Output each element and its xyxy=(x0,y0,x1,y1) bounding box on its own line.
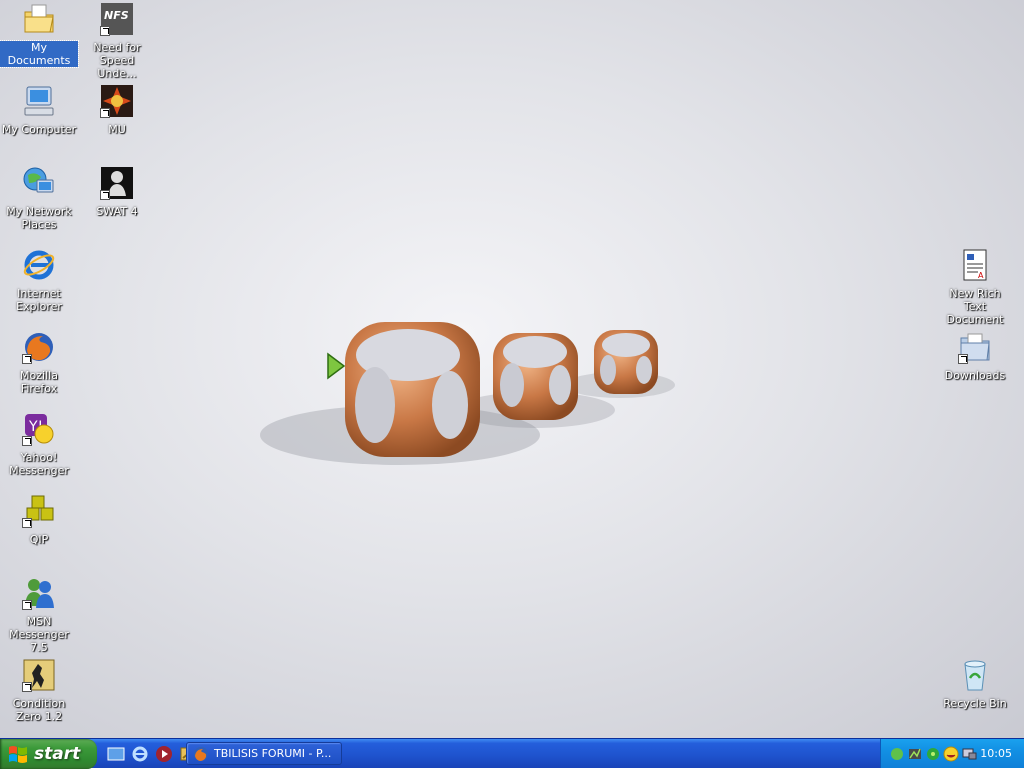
icon-label: My Documents xyxy=(0,40,79,68)
desktop-icon-new-rich-text-document[interactable]: A New Rich Text Document xyxy=(936,248,1014,326)
icon-label: QIP xyxy=(29,533,49,546)
network-globe-icon xyxy=(23,167,54,193)
messenger-tray-icon[interactable] xyxy=(889,746,905,762)
clock[interactable]: 10:05 xyxy=(980,747,1012,760)
quick-launch-bar xyxy=(106,744,198,764)
icon-label: Internet Explorer xyxy=(16,287,62,313)
shortcut-arrow-icon xyxy=(100,108,110,118)
desktop-icon-my-computer[interactable]: My Computer xyxy=(0,84,78,136)
desktop-icon-my-network-places[interactable]: My Network Places xyxy=(0,166,78,231)
icon-label: Condition Zero 1.2 xyxy=(12,697,66,723)
icon-label: Need for Speed Unde... xyxy=(93,41,141,80)
icon-label: SWAT 4 xyxy=(96,205,138,218)
desktop-icon-internet-explorer[interactable]: Internet Explorer xyxy=(0,248,78,313)
svg-text:NFS: NFS xyxy=(104,9,129,22)
media-player-icon[interactable] xyxy=(154,744,174,764)
desktop-icon-qip[interactable]: QIP xyxy=(0,494,78,546)
display-tray-icon[interactable] xyxy=(961,746,977,762)
icon-label: My Network Places xyxy=(6,205,72,231)
rich-text-document-icon: A xyxy=(963,249,987,281)
folder-documents-icon xyxy=(24,4,54,33)
desktop-icon-mozilla-firefox[interactable]: Mozilla Firefox xyxy=(0,330,78,395)
icon-label: Yahoo! Messenger xyxy=(9,451,69,477)
icon-label: MU xyxy=(108,123,126,136)
icon-label: Downloads xyxy=(944,369,1006,382)
system-tray: 10:05 xyxy=(880,739,1024,768)
desktop-icon-need-for-speed[interactable]: NFS Need for Speed Unde... xyxy=(78,2,156,80)
firefox-icon xyxy=(194,746,208,761)
taskbar: start TBILISIS FORUMI - P... 10:05 xyxy=(0,738,1024,769)
svg-text:A: A xyxy=(978,271,984,280)
qip-tray-icon[interactable] xyxy=(925,746,941,762)
desktop-icon-mu[interactable]: MU xyxy=(78,84,156,136)
start-button[interactable]: start xyxy=(0,739,97,769)
internet-explorer-icon xyxy=(23,250,55,280)
shortcut-arrow-icon xyxy=(100,190,110,200)
desktop-icon-msn-messenger[interactable]: MSN Messenger 7.5 xyxy=(0,576,78,654)
icon-label: Mozilla Firefox xyxy=(20,369,58,395)
start-label: start xyxy=(34,744,81,764)
desktop-icon-downloads[interactable]: Downloads xyxy=(936,330,1014,382)
desktop-icon-condition-zero[interactable]: Condition Zero 1.2 xyxy=(0,658,78,723)
computer-icon xyxy=(24,86,54,116)
internet-explorer-icon[interactable] xyxy=(130,744,150,764)
desktop-icon-swat-4[interactable]: SWAT 4 xyxy=(78,166,156,218)
taskbar-button-firefox[interactable]: TBILISIS FORUMI - P... xyxy=(186,742,342,765)
shortcut-arrow-icon xyxy=(22,436,32,446)
shortcut-arrow-icon xyxy=(958,354,968,364)
network-tray-icon[interactable] xyxy=(907,746,923,762)
desktop[interactable]: My Documents My Computer My Network Plac… xyxy=(0,0,1024,738)
shortcut-arrow-icon xyxy=(22,682,32,692)
shortcut-arrow-icon xyxy=(22,518,32,528)
desktop-icon-my-documents[interactable]: My Documents xyxy=(0,2,79,68)
yahoo-tray-icon[interactable] xyxy=(943,746,959,762)
desktop-icon-recycle-bin[interactable]: Recycle Bin xyxy=(936,658,1014,710)
wallpaper-wooden-cubes xyxy=(260,322,675,465)
windows-logo-icon xyxy=(9,746,27,763)
shortcut-arrow-icon xyxy=(22,600,32,610)
task-label: TBILISIS FORUMI - P... xyxy=(214,747,332,760)
shortcut-arrow-icon xyxy=(100,26,110,36)
icon-label: New Rich Text Document xyxy=(946,287,1004,326)
icon-label: My Computer xyxy=(1,123,77,136)
icon-label: Recycle Bin xyxy=(943,697,1007,710)
shortcut-arrow-icon xyxy=(22,354,32,364)
mouse-cursor-icon xyxy=(327,352,346,380)
show-desktop-icon[interactable] xyxy=(106,744,126,764)
recycle-bin-icon xyxy=(964,660,986,691)
icon-label: MSN Messenger 7.5 xyxy=(9,615,69,654)
desktop-icon-yahoo-messenger[interactable]: Y! Yahoo! Messenger xyxy=(0,412,78,477)
